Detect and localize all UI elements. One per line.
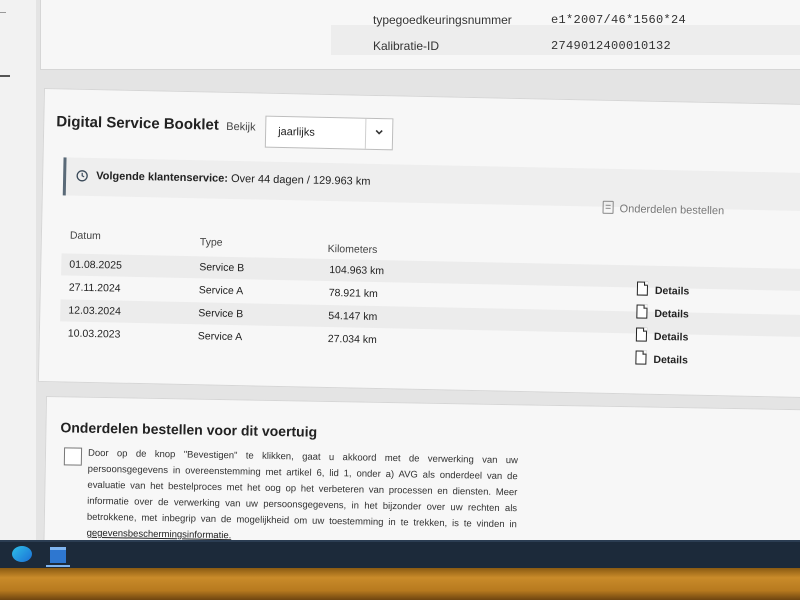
row-type: Service B	[199, 261, 245, 275]
next-service-label: Volgende klantenservice:	[96, 170, 229, 185]
view-select-value: jaarlijks	[278, 125, 315, 139]
order-parts-card: Onderdelen bestellen voor dit voertuig D…	[43, 396, 800, 562]
consent-checkbox[interactable]	[63, 447, 83, 466]
document-icon	[635, 350, 647, 365]
parts-document-icon	[602, 200, 614, 214]
active-app-indicator	[46, 565, 70, 567]
calibration-id-value: 2749012400010132	[551, 39, 672, 53]
details-label: Details	[654, 307, 689, 321]
type-approval-label: typegoedkeuringsnummer	[373, 13, 512, 27]
row-km: 54.147 km	[328, 310, 378, 324]
column-date: Datum	[69, 229, 101, 243]
order-parts-title: Onderdelen bestellen voor dit voertuig	[60, 419, 318, 440]
taskbar	[0, 540, 800, 568]
row-date: 12.03.2024	[68, 304, 122, 318]
row-date: 01.08.2025	[69, 258, 122, 272]
monitor-bezel	[0, 568, 800, 600]
details-label: Details	[654, 284, 690, 298]
order-parts-label: Onderdelen bestellen	[619, 203, 725, 218]
order-parts-link[interactable]: Onderdelen bestellen	[602, 200, 725, 218]
view-label: Bekijk	[226, 120, 256, 134]
next-service-text: Volgende klantenservice: Over 44 dagen /…	[96, 170, 371, 188]
sidebar-marker	[0, 75, 10, 77]
service-booklet-card: Digital Service Booklet Bekijk jaarlijks…	[37, 88, 800, 399]
sidebar-tick	[0, 12, 6, 13]
column-kilometers: Kilometers	[327, 242, 378, 257]
consent-text: Door op de knop "Bevestigen" te klikken,…	[86, 446, 519, 549]
details-label: Details	[653, 353, 688, 367]
next-service-value: Over 44 dagen / 129.963 km	[230, 172, 371, 188]
consent-body: Door op de knop "Bevestigen" te klikken,…	[86, 447, 519, 531]
row-date: 10.03.2023	[67, 327, 121, 341]
windows-start-icon[interactable]	[12, 546, 32, 562]
left-sidebar-strip	[0, 0, 37, 540]
row-type: Service A	[198, 284, 244, 298]
details-link[interactable]: Details	[636, 281, 690, 298]
row-km: 78.921 km	[328, 287, 378, 301]
document-icon	[636, 304, 648, 319]
row-km: 104.963 km	[329, 264, 385, 278]
details-link[interactable]: Details	[635, 327, 689, 344]
row-date: 27.11.2024	[68, 281, 121, 295]
row-type: Service B	[198, 307, 244, 321]
select-divider	[364, 118, 367, 149]
vehicle-info-card: typegoedkeuringsnummer e1*2007/46*1560*2…	[40, 0, 800, 70]
type-approval-value: e1*2007/46*1560*24	[551, 13, 687, 27]
document-icon	[635, 327, 648, 342]
details-link[interactable]: Details	[636, 304, 689, 321]
service-booklet-title: Digital Service Booklet	[56, 113, 220, 134]
taskbar-edge	[0, 540, 800, 542]
row-type: Service A	[197, 330, 243, 344]
app-window-icon[interactable]	[50, 547, 66, 563]
document-icon	[636, 281, 649, 296]
calibration-id-label: Kalibratie-ID	[373, 39, 440, 53]
column-type: Type	[199, 236, 223, 249]
chevron-down-icon	[375, 129, 383, 135]
clock-icon	[76, 170, 88, 182]
details-link[interactable]: Details	[635, 350, 688, 367]
main-page: typegoedkeuringsnummer e1*2007/46*1560*2…	[36, 0, 800, 562]
row-km: 27.034 km	[327, 332, 377, 347]
view-select[interactable]: jaarlijks	[264, 115, 394, 151]
details-label: Details	[653, 330, 689, 344]
